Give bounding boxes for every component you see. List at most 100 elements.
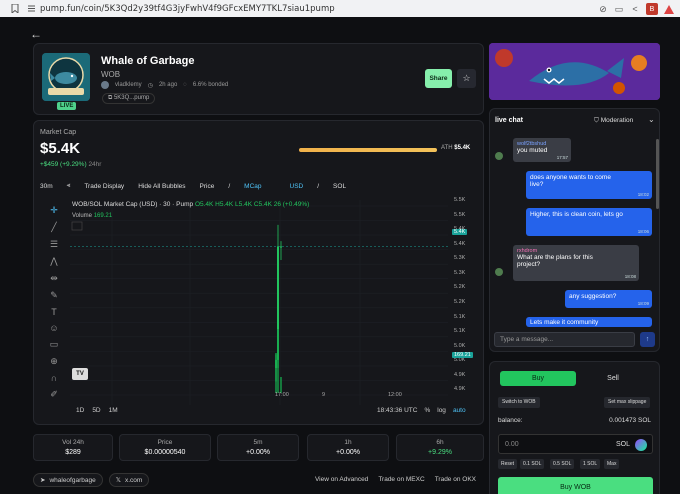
buy-submit-button[interactable]: Buy WOB (498, 477, 653, 494)
chat-input[interactable]: Type a message... (494, 332, 635, 347)
currency-toggle[interactable]: USD / SOL (290, 183, 361, 190)
slippage-button[interactable]: Set max slippage (604, 397, 651, 408)
y-tick: 5.2K (454, 284, 466, 291)
telegram-link[interactable]: ➤ whaleofgarbage (33, 473, 103, 487)
stat-value: +0.00% (336, 449, 360, 456)
moderation-label: Moderation (600, 117, 634, 124)
chat-title: live chat (495, 117, 524, 124)
range-5d[interactable]: 5D (92, 407, 100, 414)
send-icon[interactable]: ↑ (640, 332, 655, 347)
y-tick: 5.1K (454, 313, 466, 320)
social-links-bar: ➤ whaleofgarbage 𝕏 x.com View on Advance… (33, 470, 484, 490)
log-toggle[interactable]: log (437, 407, 446, 414)
brave-shields-icon[interactable]: B (646, 3, 658, 15)
volume-label: Volume (72, 213, 93, 219)
chat-scrollbar[interactable] (656, 139, 659, 209)
interval-selector[interactable]: 30m (40, 183, 53, 190)
zoom-icon[interactable]: ⊕ (50, 356, 58, 367)
auto-toggle[interactable]: auto (453, 407, 466, 414)
amount-chip-1[interactable]: 1 SOL (580, 459, 601, 469)
chart-legend: WOB/SOL Market Cap (USD) · 30 · Pump O5.… (72, 201, 309, 208)
chat-text: does anyone wants to come live? (530, 174, 611, 188)
range-1d[interactable]: 1D (76, 407, 84, 414)
chat-text: What are the plans for this project? (517, 254, 593, 268)
back-arrow-icon[interactable]: ← (30, 27, 42, 41)
price-plot[interactable] (70, 200, 448, 405)
lock-draw-icon[interactable]: ✐ (50, 389, 58, 400)
switch-token-button[interactable]: Switch to WOB (498, 397, 540, 408)
fib-icon[interactable]: ☰ (50, 239, 58, 250)
stat-label: 6h (436, 439, 444, 446)
hide-bubbles-toggle[interactable]: Hide All Bubbles (138, 183, 185, 190)
bookmark-icon[interactable] (10, 4, 20, 14)
projection-icon[interactable]: ⇹ (50, 273, 58, 284)
coin-ticker: WOB (101, 70, 121, 79)
range-1m[interactable]: 1M (109, 407, 118, 414)
chat-message: any suggestion? 18:09 (565, 290, 652, 308)
url-text[interactable]: pump.fun/coin/5K3Qd2y39tf4G3jyFwhV4f9GFc… (40, 4, 335, 14)
brush-icon[interactable]: ✎ (50, 290, 58, 301)
trendline-icon[interactable]: ╱ (51, 222, 56, 233)
coin-meta: vladklemy ◷ 2h ago ◌ 6.6% bonded (101, 81, 228, 89)
amount-chip-max[interactable]: Max (604, 459, 620, 469)
amount-chip-0-5[interactable]: 0.5 SOL (550, 459, 575, 469)
x-tick: 17:00 (275, 392, 289, 398)
x-link[interactable]: 𝕏 x.com (108, 473, 150, 487)
creator-name[interactable]: vladklemy (115, 82, 142, 88)
ath-label-text: ATH (441, 145, 453, 151)
emoji-icon[interactable]: ☺ (49, 323, 58, 333)
market-cap-label: Market Cap (40, 129, 77, 136)
shield-icon: ⛉ (594, 117, 601, 124)
crosshair-icon[interactable]: ✛ (50, 205, 58, 216)
share-button[interactable]: Share (425, 69, 452, 88)
buy-tab[interactable]: Buy (500, 371, 576, 386)
text-icon[interactable]: T (51, 307, 57, 317)
solana-icon (635, 439, 647, 451)
stat-value: +0.00% (246, 449, 270, 456)
sell-tab[interactable]: Sell (580, 371, 646, 386)
x-icon: 𝕏 (115, 477, 121, 484)
ath-label: ATH $5.4K (441, 145, 470, 151)
live-chat-panel: live chat ⛉ Moderation ⌄ wolf2tbshud you… (489, 108, 660, 352)
amount-placeholder: 0.00 (505, 441, 519, 448)
pattern-icon[interactable]: ⋀ (50, 256, 57, 267)
price-option: Price (199, 182, 215, 190)
x-link-label: x.com (124, 476, 143, 484)
chevron-down-icon[interactable]: ⌄ (648, 115, 655, 124)
volume-badge: 169.21 (452, 351, 473, 358)
y-tick: 5.3K (454, 255, 466, 262)
amount-input[interactable]: 0.00 SOL (498, 434, 653, 454)
page-icon[interactable]: ▭ (614, 4, 624, 14)
stat-value: $289 (65, 449, 81, 456)
chat-text: Higher, this is clean coin, lets go (530, 211, 623, 218)
y-tick: 5.0K (454, 342, 466, 349)
stat-5m: 5m +0.00% (217, 434, 299, 461)
separator: / (228, 182, 231, 190)
install-app-icon[interactable]: ⊘ (598, 4, 608, 14)
volume-bar (277, 329, 279, 393)
star-icon[interactable]: ☆ (457, 69, 476, 88)
price-mcap-toggle[interactable]: Price / MCap (200, 183, 276, 190)
stat-price: Price $0.00000540 (119, 434, 211, 461)
stat-value: $0.00000540 (144, 449, 186, 456)
percent-toggle[interactable]: % (424, 407, 430, 414)
trade-okx-link[interactable]: Trade on OKX (435, 476, 476, 483)
tradingview-logo[interactable]: TV (72, 368, 88, 380)
amount-chip-reset[interactable]: Reset (498, 459, 518, 469)
indicators-icon[interactable]: ⫷ (67, 182, 71, 190)
trade-display-toggle[interactable]: Trade Display (84, 183, 124, 190)
brave-rewards-icon[interactable] (664, 4, 674, 14)
contract-address: 5K3Q...pump (113, 95, 150, 101)
moderation-button[interactable]: ⛉ Moderation (594, 117, 633, 125)
price-axis: 5.5K 5.5K 5.4K 5.4K 5.3K 5.3K 5.2K 5.2K 5.1K 5.1K… (450, 197, 480, 405)
amount-chip-0-1[interactable]: 0.1 SOL (520, 459, 545, 469)
ruler-icon[interactable]: ▭ (50, 339, 59, 350)
site-settings-icon[interactable] (26, 4, 36, 14)
share-icon[interactable]: < (630, 4, 640, 14)
contract-address-pill[interactable]: ⧉ 5K3Q...pump (102, 93, 156, 104)
magnet-icon[interactable]: ∩ (51, 373, 57, 383)
trade-mexc-link[interactable]: Trade on MEXC (378, 476, 424, 483)
coin-name: Whale of Garbage (101, 55, 195, 67)
view-advanced-link[interactable]: View on Advanced (315, 476, 368, 483)
telegram-handle: whaleofgarbage (49, 476, 96, 484)
